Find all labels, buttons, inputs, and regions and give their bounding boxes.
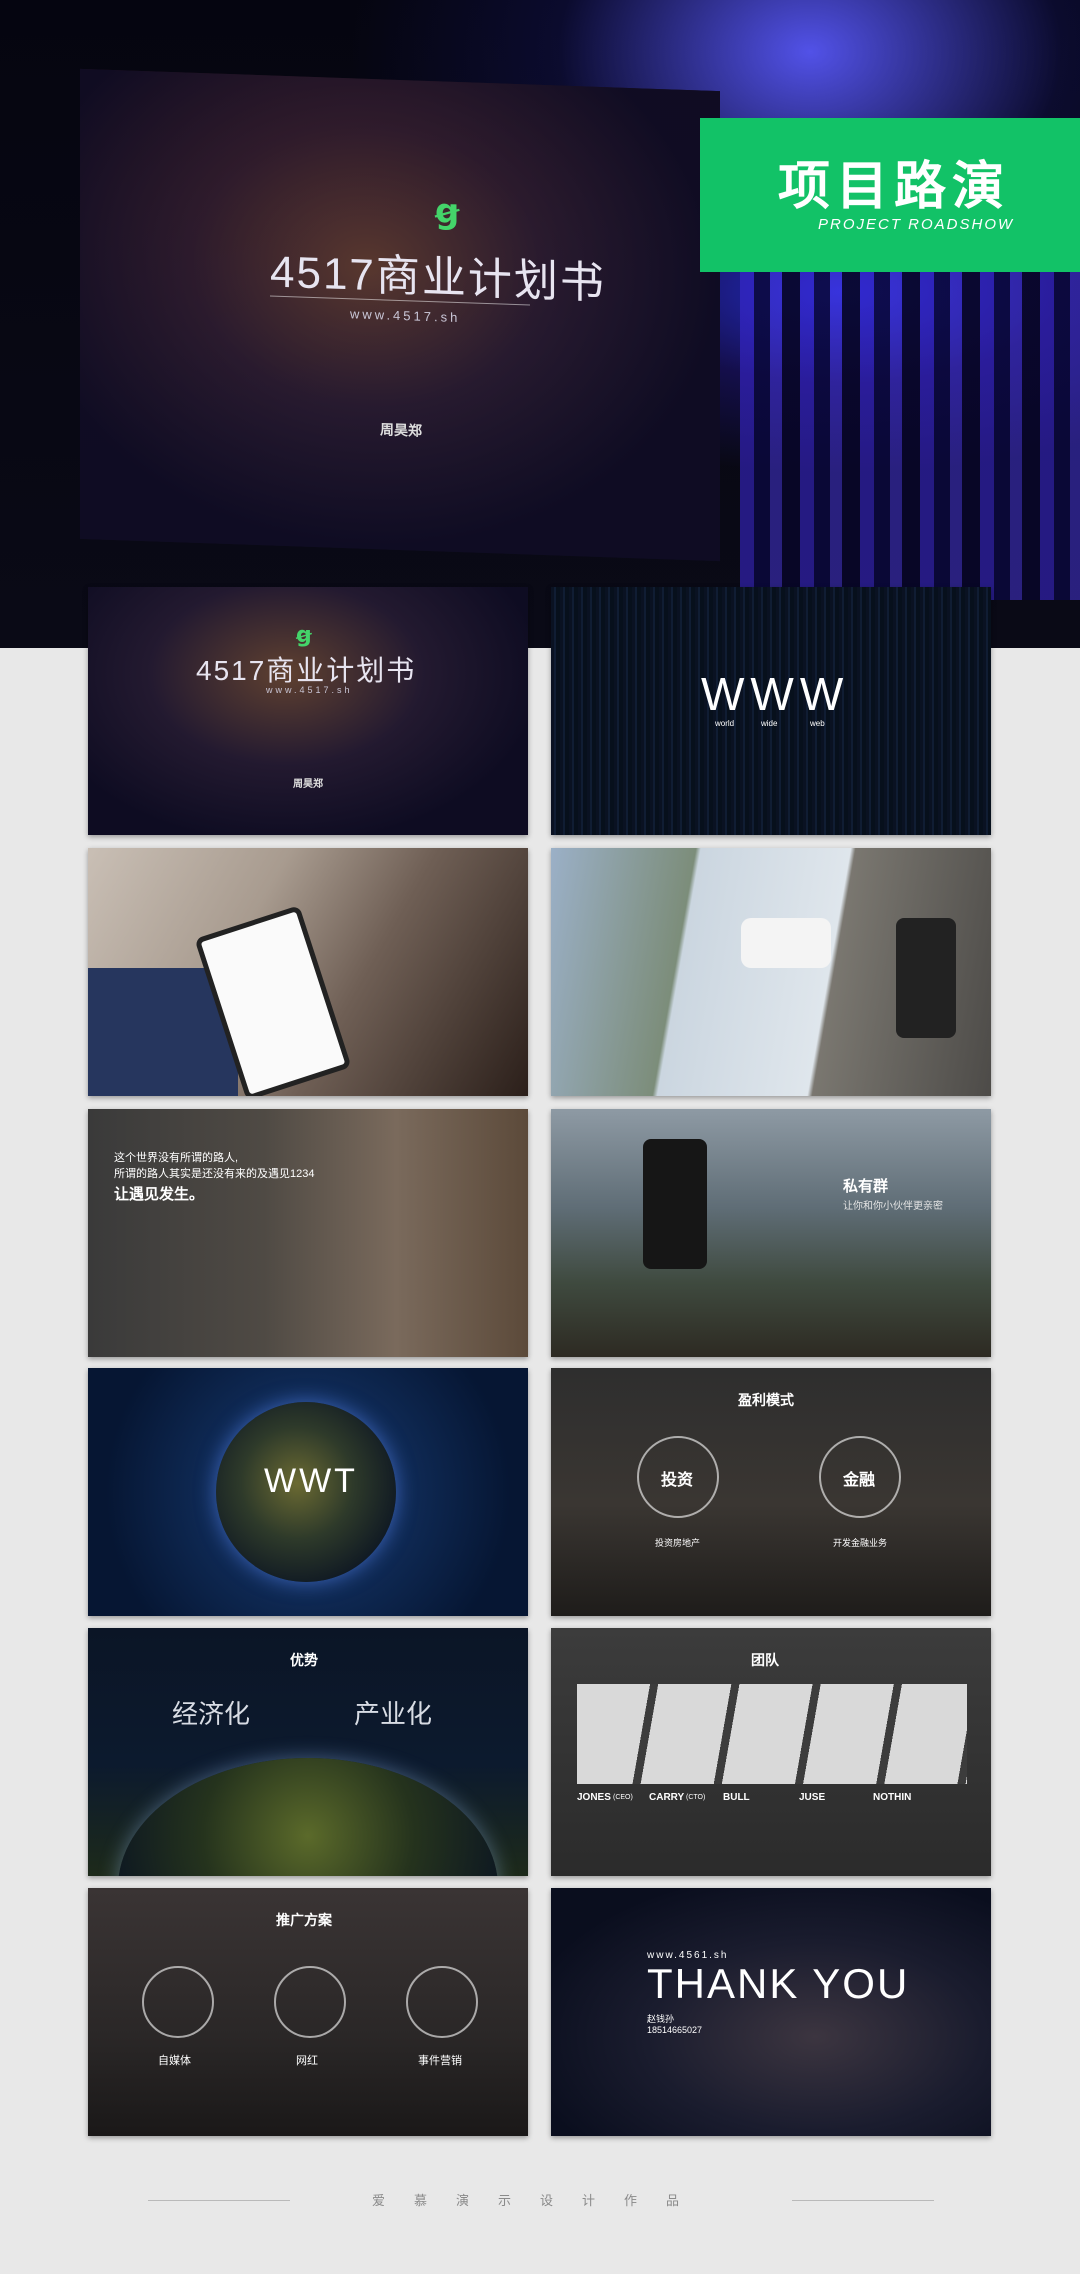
wwt-title: WWT [264,1462,358,1500]
team-photos [577,1684,967,1784]
hero-url: www.4517.sh [350,306,461,326]
group-subtitle: 让你和你小伙伴更亲密 [843,1201,943,1212]
media-icon [142,1966,214,2038]
vr-headset [741,918,831,968]
hero-photo: ꞡ 4517商业计划书 www.4517.sh 周昊郑 项目路演 PROJECT… [0,0,1080,648]
advantage-item-1: 经济化 [172,1699,251,1729]
influencer-icon [274,1966,346,2038]
slide-private-group: 私有群 让你和你小伙伴更亲密 [551,1109,991,1357]
slide-www: WWW world wide web [551,587,991,835]
footer-line-right [792,2200,934,2201]
slide-friends: 这个世界没有所谓的路人, 所谓的路人其实是还没有来的及遇见1234 让遇见发生。 [88,1109,528,1357]
member-role-2: (CTO) [686,1794,706,1801]
slide-cover: ꞡ 4517商业计划书 www.4517.sh 周昊郑 [88,587,528,835]
team-title: 团队 [751,1652,779,1668]
member-role-1: (CEO) [613,1794,633,1801]
logo-icon: ꞡ [296,622,312,647]
phone-image [643,1139,707,1269]
invest-label: 投资 [661,1472,694,1489]
slide-wwt: WWT [88,1368,528,1616]
hero-title: 4517商业计划书 [270,247,606,309]
stage-curtain [740,270,1080,600]
badge-title: 项目路演 [778,158,1011,216]
promotion-item-2: 网红 [296,2055,318,2067]
slide-promotion: 推广方案 自媒体 网红 事件营销 [88,1888,528,2136]
badge-subtitle: PROJECT ROADSHOW [818,216,1015,233]
phone-image [896,918,956,1038]
invest-desc: 投资房地产 [655,1538,701,1548]
www-title: WWW [701,668,850,720]
hero-author: 周昊郑 [380,421,422,439]
search-icon [406,1966,478,2038]
logo-icon: ꞡ [435,192,460,232]
footer-text: 爱慕演示设计作品 [371,2193,708,2208]
slide-thank-you: www.4561.sh THANK YOU 赵钱孙 18514665027 [551,1888,991,2136]
promotion-title: 推广方案 [276,1912,332,1928]
slide-vr-photo [551,848,991,1096]
advantage-title: 优势 [290,1652,318,1668]
slide-title: 4517商业计划书 [196,655,417,686]
group-title: 私有群 [843,1178,889,1195]
projection-screen: ꞡ 4517商业计划书 www.4517.sh 周昊郑 [80,68,720,562]
www-label-web: web [810,719,825,728]
finance-label: 金融 [843,1472,876,1489]
member-name-1: JONES [577,1792,611,1803]
promotion-item-1: 自媒体 [158,2055,191,2067]
slide-author: 周昊郑 [293,779,323,790]
slide-team: 团队 JONES (CEO) CARRY (CTO) BULL JUSE NOT… [551,1628,991,1876]
member-name-2: CARRY [649,1792,685,1803]
finance-desc: 开发金融业务 [833,1538,888,1548]
slide-profit-model: 盈利模式 投资 投资房地产 金融 开发金融业务 [551,1368,991,1616]
profit-title: 盈利模式 [738,1392,794,1408]
www-label-wide: wide [761,719,778,728]
footer-line-left [148,2200,290,2201]
quote-line-3: 让遇见发生。 [114,1186,205,1203]
footer: 爱慕演示设计作品 [0,2180,1080,2220]
member-name-5: NOTHIN [873,1792,912,1803]
thanks-name: 赵钱孙 [647,2014,675,2024]
slide-phone-photo [88,848,528,1096]
quote-line-1: 这个世界没有所谓的路人, [114,1152,239,1164]
www-label-world: world [715,719,735,728]
thanks-title: THANK YOU [647,1960,910,2007]
earth-image [118,1758,498,1876]
slide-url: www.4517.sh [266,685,353,695]
member-name-4: JUSE [799,1792,826,1803]
quote-line-2: 所谓的路人其实是还没有来的及遇见1234 [114,1168,315,1180]
advantage-item-2: 产业化 [354,1699,433,1729]
member-name-3: BULL [723,1792,750,1803]
slide-advantage: 优势 经济化 产业化 [88,1628,528,1876]
thanks-phone: 18514665027 [647,2025,703,2035]
project-badge: 项目路演 PROJECT ROADSHOW [700,118,1080,272]
promotion-item-3: 事件营销 [418,2055,462,2067]
